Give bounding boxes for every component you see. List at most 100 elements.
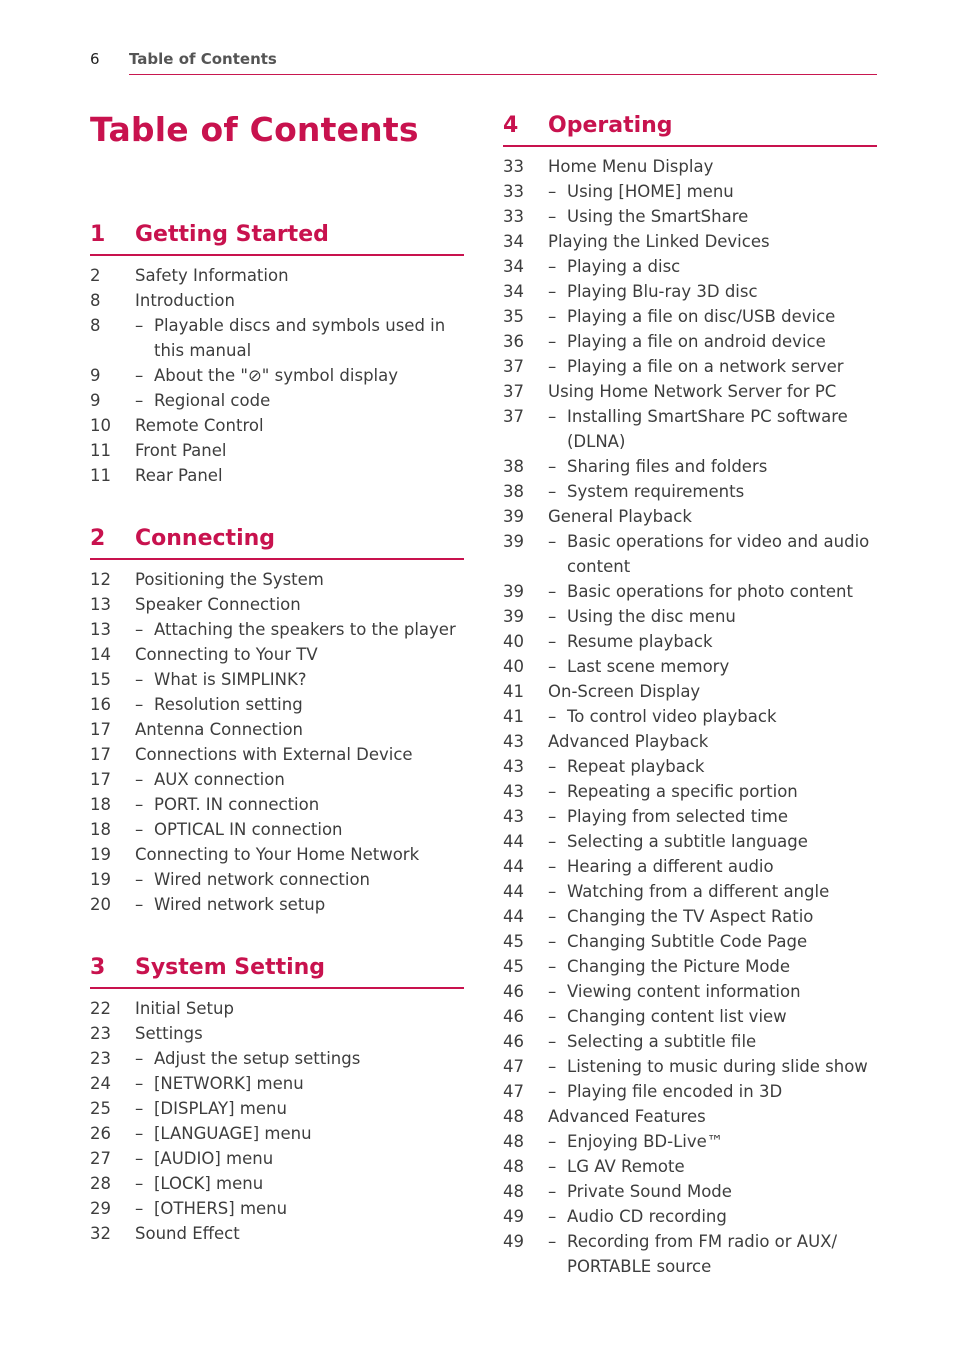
toc-subentry[interactable]: 34 Playing Blu-ray 3D disc [503, 279, 877, 304]
toc-subentry[interactable]: 13 Attaching the speakers to the player [90, 617, 464, 642]
entry-title: Connections with External Device [135, 745, 413, 764]
toc-subentry[interactable]: 44 Selecting a subtitle language [503, 829, 877, 854]
toc-entry[interactable]: 10 Remote Control [90, 413, 464, 438]
entry-title: Installing SmartShare PC software (DLNA) [548, 404, 877, 454]
toc-entry[interactable]: 13 Speaker Connection [90, 592, 464, 617]
toc-subentry[interactable]: 39 Using the disc menu [503, 604, 877, 629]
toc-subentry[interactable]: 27 [AUDIO] menu [90, 1146, 464, 1171]
toc-subentry[interactable]: 18 PORT. IN connection [90, 792, 464, 817]
toc-subentry[interactable]: 44 Changing the TV Aspect Ratio [503, 904, 877, 929]
toc-entry[interactable]: 11 Rear Panel [90, 463, 464, 488]
toc-entry[interactable]: 41 On-Screen Display [503, 679, 877, 704]
entry-page-number: 28 [90, 1174, 111, 1193]
toc-subentry[interactable]: 36 Playing a file on android device [503, 329, 877, 354]
toc-subentry[interactable]: 9 About the "⊘" symbol display [90, 363, 464, 388]
section-title[interactable]: Operating [548, 113, 673, 138]
section-title[interactable]: Getting Started [135, 222, 329, 247]
entry-page-number: 39 [503, 532, 524, 551]
toc-subentry[interactable]: 34 Playing a disc [503, 254, 877, 279]
toc-subentry[interactable]: 45 Changing the Picture Mode [503, 954, 877, 979]
toc-subentry[interactable]: 40 Last scene memory [503, 654, 877, 679]
toc-subentry[interactable]: 49 Recording from FM radio or AUX/ PORTAB… [503, 1229, 877, 1279]
entry-page-number: 37 [503, 407, 524, 426]
toc-entry[interactable]: 39 General Playback [503, 504, 877, 529]
toc-entry[interactable]: 22 Initial Setup [90, 996, 464, 1021]
toc-entry[interactable]: 17 Connections with External Device [90, 742, 464, 767]
toc-subentry[interactable]: 43 Repeat playback [503, 754, 877, 779]
toc-subentry[interactable]: 48 LG AV Remote [503, 1154, 877, 1179]
running-head-rule [129, 74, 877, 75]
toc-subentry[interactable]: 41 To control video playback [503, 704, 877, 729]
toc-subentry[interactable]: 18 OPTICAL IN connection [90, 817, 464, 842]
toc-subentry[interactable]: 44 Hearing a different audio [503, 854, 877, 879]
entry-title: Playable discs and symbols used in this … [135, 313, 464, 363]
toc-subentry[interactable]: 20 Wired network setup [90, 892, 464, 917]
entry-page-number: 43 [503, 807, 524, 826]
toc-subentry[interactable]: 48 Private Sound Mode [503, 1179, 877, 1204]
toc-subentry[interactable]: 46 Changing content list view [503, 1004, 877, 1029]
section-title[interactable]: System Setting [135, 955, 325, 980]
toc-subentry[interactable]: 39 Basic operations for photo content [503, 579, 877, 604]
entry-title: LG AV Remote [548, 1154, 877, 1179]
toc-subentry[interactable]: 43 Repeating a specific portion [503, 779, 877, 804]
toc-subentry[interactable]: 48 Enjoying BD-Live™ [503, 1129, 877, 1154]
toc-subentry[interactable]: 44 Watching from a different angle [503, 879, 877, 904]
entry-page-number: 36 [503, 332, 524, 351]
toc-subentry[interactable]: 15 What is SIMPLINK? [90, 667, 464, 692]
toc-subentry[interactable]: 37 Playing a file on a network server [503, 354, 877, 379]
toc-entry[interactable]: 43 Advanced Playback [503, 729, 877, 754]
toc-entry[interactable]: 11 Front Panel [90, 438, 464, 463]
entry-title: Resume playback [548, 629, 877, 654]
toc-entry[interactable]: 2 Safety Information [90, 263, 464, 288]
toc-subentry[interactable]: 23 Adjust the setup settings [90, 1046, 464, 1071]
toc-entry[interactable]: 14 Connecting to Your TV [90, 642, 464, 667]
toc-subentry[interactable]: 26 [LANGUAGE] menu [90, 1121, 464, 1146]
toc-subentry[interactable]: 46 Selecting a subtitle file [503, 1029, 877, 1054]
toc-entry[interactable]: 23 Settings [90, 1021, 464, 1046]
toc-entry[interactable]: 19 Connecting to Your Home Network [90, 842, 464, 867]
toc-subentry[interactable]: 25 [DISPLAY] menu [90, 1096, 464, 1121]
entry-title: [DISPLAY] menu [135, 1096, 464, 1121]
toc-subentry[interactable]: 35 Playing a file on disc/USB device [503, 304, 877, 329]
toc-subentry[interactable]: 33 Using the SmartShare [503, 204, 877, 229]
toc-subentry[interactable]: 9 Regional code [90, 388, 464, 413]
toc-subentry[interactable]: 33 Using [HOME] menu [503, 179, 877, 204]
toc-entry[interactable]: 33 Home Menu Display [503, 154, 877, 179]
entry-title: Hearing a different audio [548, 854, 877, 879]
entry-page-number: 33 [503, 157, 524, 176]
toc-entry[interactable]: 32 Sound Effect [90, 1221, 464, 1246]
toc-entry[interactable]: 34 Playing the Linked Devices [503, 229, 877, 254]
toc-entry[interactable]: 17 Antenna Connection [90, 717, 464, 742]
toc-entry[interactable]: 37 Using Home Network Server for PC [503, 379, 877, 404]
section-number: 4 [503, 113, 519, 138]
toc-subentry[interactable]: 29 [OTHERS] menu [90, 1196, 464, 1221]
entry-title: About the "⊘" symbol display [135, 363, 464, 388]
toc-entry[interactable]: 12 Positioning the System [90, 567, 464, 592]
toc-entry[interactable]: 8 Introduction [90, 288, 464, 313]
entry-title: Attaching the speakers to the player [135, 617, 464, 642]
toc-subentry[interactable]: 40 Resume playback [503, 629, 877, 654]
toc-subentry[interactable]: 38 System requirements [503, 479, 877, 504]
entry-page-number: 19 [90, 870, 111, 889]
entry-title: Basic operations for photo content [548, 579, 877, 604]
toc-subentry[interactable]: 8 Playable discs and symbols used in this… [90, 313, 464, 363]
entry-title: Repeat playback [548, 754, 877, 779]
toc-subentry[interactable]: 37 Installing SmartShare PC software (DLN… [503, 404, 877, 454]
toc-subentry[interactable]: 19 Wired network connection [90, 867, 464, 892]
toc-subentry[interactable]: 43 Playing from selected time [503, 804, 877, 829]
toc-entry[interactable]: 48 Advanced Features [503, 1104, 877, 1129]
toc-subentry[interactable]: 24 [NETWORK] menu [90, 1071, 464, 1096]
entry-title: Enjoying BD-Live™ [548, 1129, 877, 1154]
toc-subentry[interactable]: 16 Resolution setting [90, 692, 464, 717]
toc-subentry[interactable]: 38 Sharing files and folders [503, 454, 877, 479]
toc-subentry[interactable]: 45 Changing Subtitle Code Page [503, 929, 877, 954]
section-title[interactable]: Connecting [135, 526, 275, 551]
toc-subentry[interactable]: 28 [LOCK] menu [90, 1171, 464, 1196]
toc-subentry[interactable]: 47 Playing file encoded in 3D [503, 1079, 877, 1104]
toc-subentry[interactable]: 47 Listening to music during slide show [503, 1054, 877, 1079]
entry-page-number: 18 [90, 795, 111, 814]
toc-subentry[interactable]: 17 AUX connection [90, 767, 464, 792]
toc-subentry[interactable]: 49 Audio CD recording [503, 1204, 877, 1229]
toc-subentry[interactable]: 39 Basic operations for video and audio c… [503, 529, 877, 579]
toc-subentry[interactable]: 46 Viewing content information [503, 979, 877, 1004]
